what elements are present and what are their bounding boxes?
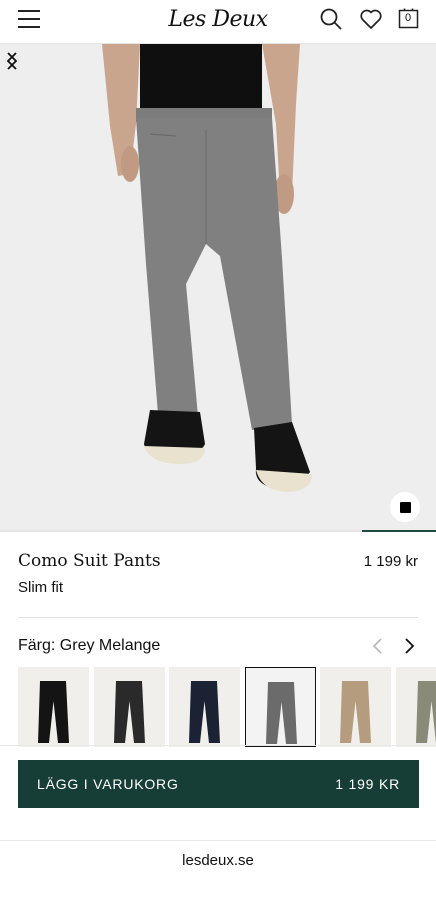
chevron-left-icon[interactable]: [368, 636, 388, 656]
chevron-right-icon[interactable]: [399, 636, 419, 656]
product-title: Como Suit Pants: [18, 551, 161, 571]
color-value: Grey Melange: [59, 637, 161, 654]
add-to-cart-label: LÄGG I VARUKORG: [37, 776, 179, 792]
gallery-progress-fill: [361, 530, 436, 532]
search-icon[interactable]: [319, 7, 343, 31]
product-image-gallery[interactable]: [0, 44, 436, 532]
header: Les Deux 0: [0, 0, 436, 44]
heart-icon[interactable]: [359, 7, 383, 31]
product-price: 1 199 kr: [363, 553, 418, 570]
swatch-pants-image: [340, 681, 371, 743]
color-swatch[interactable]: [169, 667, 240, 747]
swatch-pants-image: [38, 681, 69, 743]
menu-icon[interactable]: [18, 9, 42, 29]
product-fit: Slim fit: [18, 579, 63, 596]
swatch-pants-image: [415, 681, 436, 743]
color-label: Färg:: [18, 637, 56, 654]
color-swatch[interactable]: [244, 667, 316, 747]
divider: [0, 745, 436, 746]
add-to-cart-price: 1 199 KR: [335, 776, 400, 792]
gallery-progress: [0, 530, 436, 532]
add-to-cart-button[interactable]: LÄGG I VARUKORG 1 199 KR: [18, 760, 419, 808]
logo[interactable]: Les Deux: [160, 6, 276, 36]
pause-button[interactable]: [390, 492, 420, 522]
color-selector-label: Färg: Grey Melange: [18, 637, 160, 655]
color-swatch[interactable]: [18, 667, 89, 747]
product-image: [0, 44, 436, 532]
color-swatch[interactable]: [93, 667, 165, 747]
stop-icon: [400, 502, 411, 513]
color-swatch[interactable]: [395, 667, 436, 747]
color-swatch[interactable]: [320, 667, 391, 747]
swatch-pants-image: [265, 682, 297, 744]
shopping-bag-icon[interactable]: 0: [398, 7, 420, 29]
site-domain[interactable]: lesdeux.se: [0, 852, 436, 869]
swatch-pants-image: [189, 681, 220, 743]
next-image-arrow-icon[interactable]: [0, 44, 24, 78]
color-swatches: [18, 667, 436, 747]
divider: [0, 840, 436, 841]
swatch-pants-image: [113, 681, 145, 743]
cart-count: 0: [404, 12, 412, 24]
divider: [18, 617, 418, 618]
